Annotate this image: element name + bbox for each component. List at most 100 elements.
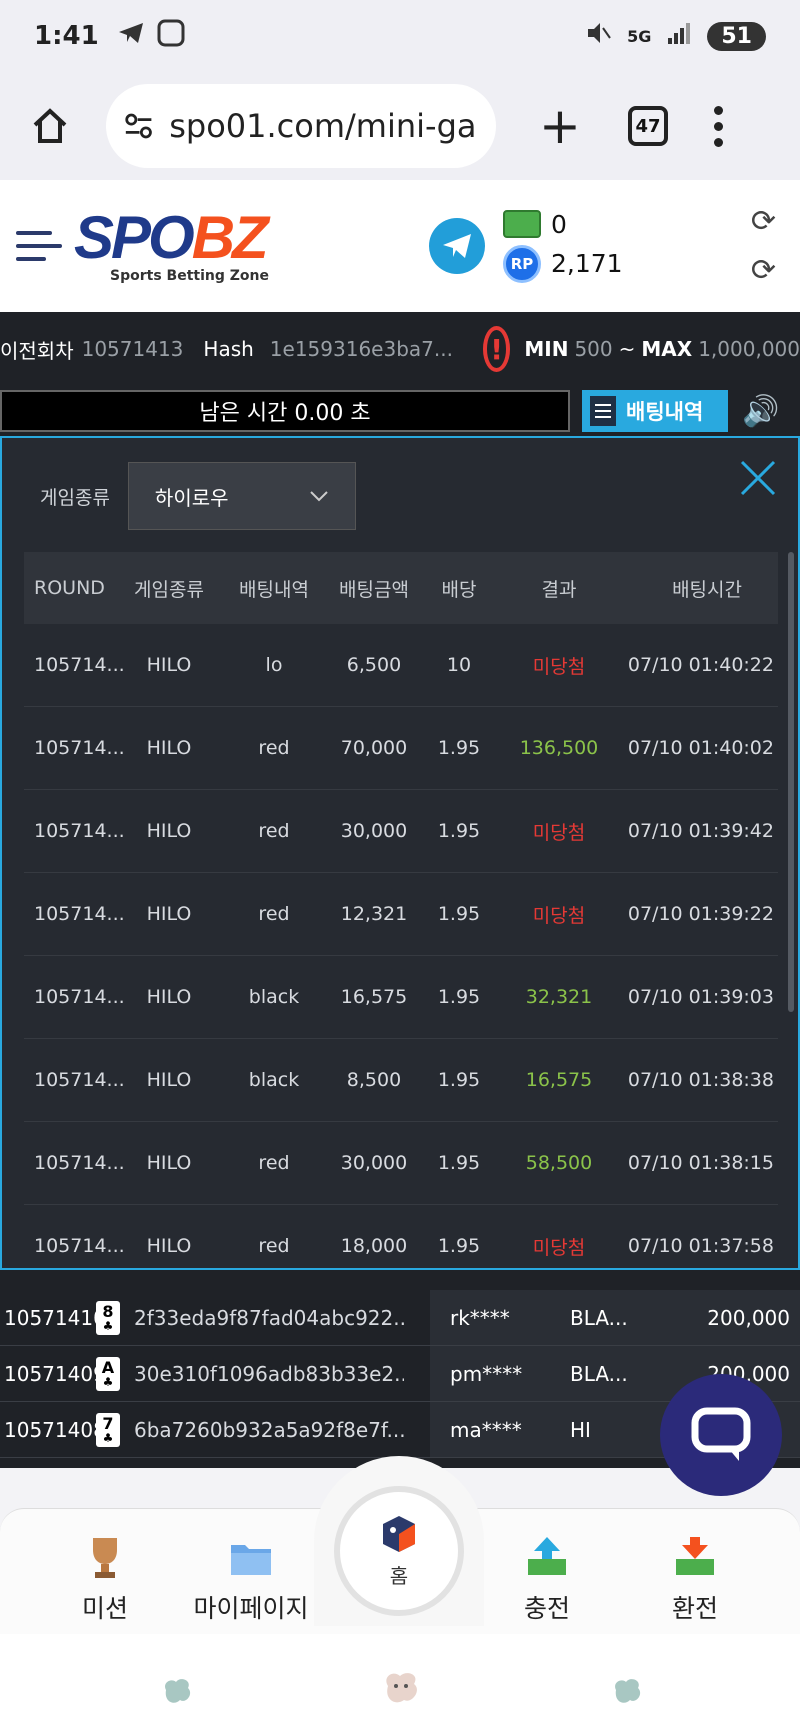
alert-icon[interactable]: ! <box>482 326 511 372</box>
cell-bet: red <box>258 737 290 759</box>
home-icon <box>33 108 67 143</box>
battery-indicator: 51 <box>707 21 766 51</box>
rp-icon: RP <box>502 244 541 283</box>
card-icon: 7 ♣ <box>96 1412 120 1447</box>
rp-balance: 2,171 <box>550 249 623 278</box>
home-gesture-icon[interactable] <box>380 1670 422 1710</box>
address-bar[interactable]: spo01.com/mini-gam <box>106 84 496 168</box>
cell-result: 미당첨 <box>532 821 586 844</box>
bet-feed-user: rk**** <box>450 1305 510 1330</box>
nav-mission[interactable]: 미션 <box>30 1533 180 1625</box>
browser-toolbar: spo01.com/mini-gam + 47 <box>0 72 800 180</box>
cell-round: 105714... <box>34 903 125 925</box>
cash-balance: 0 <box>550 209 567 239</box>
table-row: 105714... HILO red 70,000 1.95 136,500 0… <box>24 707 778 790</box>
refresh-cash-icon[interactable]: ⟳ <box>751 204 776 239</box>
table-scrollbar[interactable] <box>788 552 794 1012</box>
history-round: 10571410 <box>4 1305 106 1330</box>
cell-bet: red <box>258 903 290 925</box>
cell-amount: 30,000 <box>340 820 408 842</box>
col-result: 결과 <box>541 578 577 601</box>
col-odds: 배당 <box>441 578 477 601</box>
nav-mypage[interactable]: 마이페이지 <box>176 1533 326 1625</box>
cell-time: 07/10 01:38:15 <box>627 1152 774 1174</box>
back-gesture-icon[interactable] <box>160 1676 194 1710</box>
telegram-icon[interactable] <box>428 218 485 274</box>
prev-round-value: 10571413 <box>81 337 184 361</box>
logo-tagline: Sports Betting Zone <box>110 268 269 284</box>
history-row: 10571408 7 ♣ 6ba7260b932a5a92f8e7f... <box>0 1402 430 1458</box>
cell-result: 32,321 <box>525 986 593 1008</box>
bet-feed-pick: BLA... <box>570 1361 628 1386</box>
timer-row: 남은 시간 0.00 초 배팅내역 🔊 <box>0 386 800 436</box>
bet-feed-row: rk**** BLA... 200,000 <box>430 1290 800 1346</box>
round-info-bar: 이전회차 10571413 Hash 1e159316e3ba7... ! MI… <box>0 312 800 386</box>
live-chat-button[interactable] <box>660 1374 782 1496</box>
nav-deposit[interactable]: 충전 <box>472 1533 622 1625</box>
history-row: 10571409 A ♣ 30e310f1096adb83b33e2... <box>0 1346 430 1402</box>
col-game-type: 게임종류 <box>134 578 204 601</box>
cell-round: 105714... <box>34 1069 125 1091</box>
game-type-select[interactable]: 하이로우 <box>127 462 356 530</box>
cell-result: 미당첨 <box>532 904 586 927</box>
logo-text-right: BZ <box>191 204 269 271</box>
cell-result: 136,500 <box>519 737 599 759</box>
cell-bet: red <box>258 1152 290 1174</box>
hamburger-menu-icon[interactable] <box>16 231 62 261</box>
document-icon <box>590 396 616 426</box>
speaker-icon[interactable]: 🔊 <box>742 394 779 429</box>
withdraw-money-icon <box>620 1533 770 1581</box>
url-text: spo01.com/mini-gam <box>169 107 478 145</box>
nav-withdraw[interactable]: 환전 <box>620 1533 770 1625</box>
cell-amount: 30,000 <box>340 1152 408 1174</box>
logo-text-left: SPO <box>74 204 195 271</box>
browser-menu-button[interactable] <box>714 105 723 147</box>
history-hash: 30e310f1096adb83b33e2... <box>134 1361 404 1386</box>
range-tilde: ~ <box>618 337 636 361</box>
cell-odds: 1.95 <box>437 1069 481 1091</box>
close-icon[interactable] <box>738 458 778 498</box>
cell-game: HILO <box>146 986 192 1008</box>
card-suit: ♣ <box>102 1374 114 1389</box>
cell-round: 105714... <box>34 654 125 676</box>
cell-time: 07/10 01:37:58 <box>627 1235 774 1257</box>
bet-history-label: 배팅내역 <box>626 400 704 424</box>
cell-amount: 12,321 <box>340 903 408 925</box>
history-round: 10571408 <box>4 1417 106 1442</box>
cell-bet: black <box>248 1069 300 1091</box>
hash-value: 1e159316e3ba7... <box>269 337 453 361</box>
app-notification-icon <box>157 19 185 54</box>
recents-gesture-icon[interactable] <box>610 1676 644 1710</box>
site-settings-icon[interactable] <box>124 112 153 140</box>
status-bar: 1:41 5G 51 <box>0 0 800 72</box>
cell-amount: 6,500 <box>346 654 402 676</box>
game-type-filter-label: 게임종류 <box>40 486 110 509</box>
site-header: SPOBZ Sports Betting Zone 0 RP 2,171 ⟳ ⟳ <box>0 180 800 312</box>
history-row: 10571410 8 ♣ 2f33eda9f87fad04abc922... <box>0 1290 430 1346</box>
card-icon: 8 ♣ <box>96 1300 120 1335</box>
cell-result: 16,575 <box>525 1069 593 1091</box>
tab-switcher-button[interactable]: 47 <box>628 106 668 146</box>
cash-icon <box>502 210 541 238</box>
refresh-rp-icon[interactable]: ⟳ <box>751 253 776 288</box>
cell-odds: 1.95 <box>437 903 481 925</box>
bet-feed-pick: HI <box>570 1417 591 1442</box>
site-logo[interactable]: SPOBZ Sports Betting Zone <box>74 208 269 285</box>
bet-history-button[interactable]: 배팅내역 <box>582 390 728 432</box>
cell-game: HILO <box>146 1152 192 1174</box>
cell-round: 105714... <box>34 1235 125 1257</box>
cell-result: 미당첨 <box>532 1236 586 1259</box>
cell-time: 07/10 01:39:03 <box>627 986 774 1008</box>
cell-round: 105714... <box>34 820 125 842</box>
col-round: ROUND <box>34 577 105 599</box>
mute-icon <box>585 20 611 53</box>
nav-home[interactable]: 홈 <box>334 1486 464 1616</box>
new-tab-button[interactable]: + <box>530 101 590 151</box>
table-row: 105714... HILO black 16,575 1.95 32,321 … <box>24 956 778 1039</box>
network-type: 5G <box>627 26 652 46</box>
bet-feed-pick: BLA... <box>570 1305 628 1330</box>
browser-home-button[interactable] <box>20 96 80 156</box>
cell-game: HILO <box>146 654 192 676</box>
nav-withdraw-label: 환전 <box>671 1594 718 1623</box>
cell-bet: red <box>258 820 290 842</box>
